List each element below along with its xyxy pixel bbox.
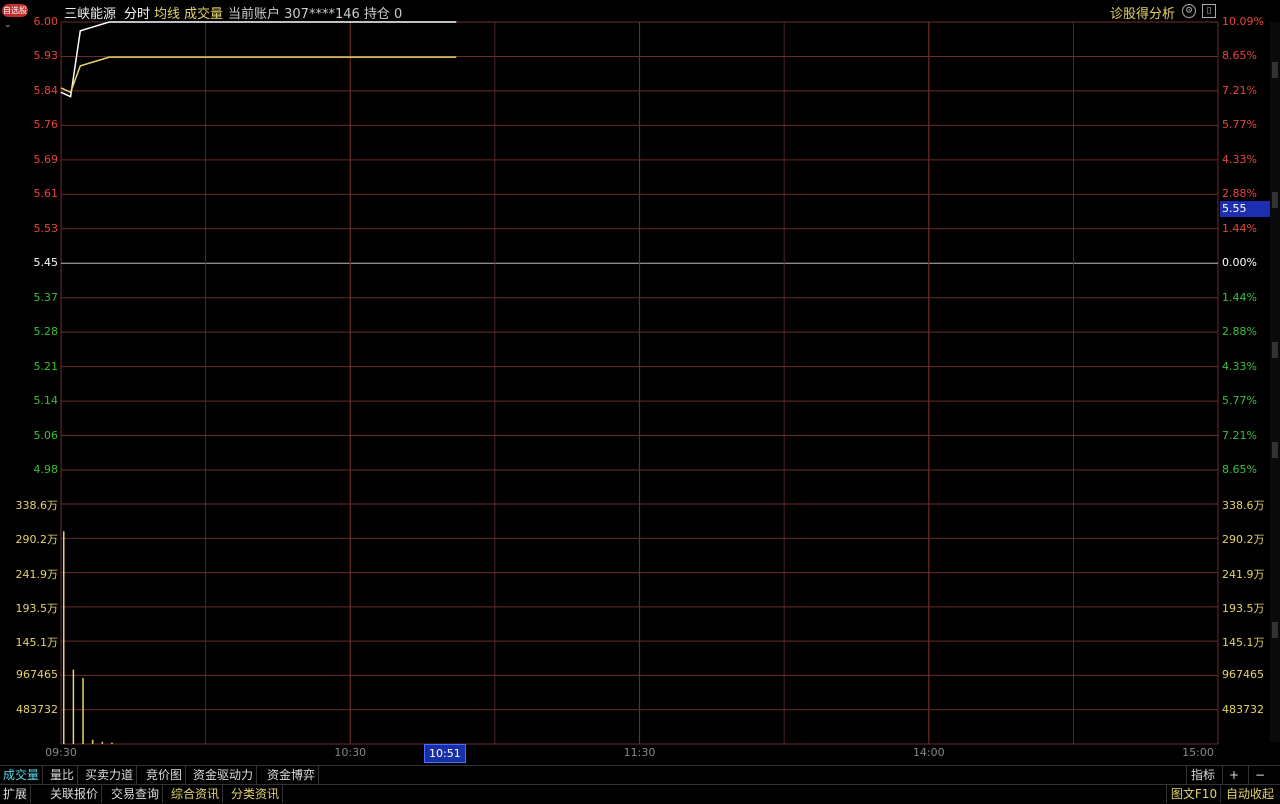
volume-label: 145.1万 xyxy=(15,636,59,650)
volume-label: 967465 xyxy=(16,668,58,682)
zoom-out-button[interactable]: − xyxy=(1248,766,1271,784)
volume-bar xyxy=(111,742,113,744)
volume-label: 483732 xyxy=(1222,702,1264,716)
volume-label: 338.6万 xyxy=(15,499,59,512)
indicator-tabs: 成交量 量比 买卖力道 竞价图 资金驱动力 资金博弈 指标 + − xyxy=(0,765,1280,784)
price-label: 5.37 xyxy=(33,290,59,304)
percent-label: 7.21% xyxy=(1222,428,1257,442)
price-label: 6.00 xyxy=(33,15,59,28)
indicator-button[interactable]: 指标 xyxy=(1186,766,1219,784)
volume-label: 290.2万 xyxy=(1222,533,1265,547)
auto-collapse-button[interactable]: 自动收起 xyxy=(1220,785,1279,803)
tab-trade-query[interactable]: 交易查询 xyxy=(108,785,164,803)
price-label: 5.76 xyxy=(33,118,59,132)
tab-auction-chart[interactable]: 竞价图 xyxy=(143,766,187,784)
tab-related-quotes[interactable]: 关联报价 xyxy=(47,785,103,803)
volume-bar xyxy=(101,741,104,744)
percent-label: 4.33% xyxy=(1222,152,1257,166)
price-label: 5.21 xyxy=(33,359,59,373)
time-label: 15:00 xyxy=(1182,746,1214,759)
volume-label: 145.1万 xyxy=(1222,636,1265,650)
tab-category-news[interactable]: 分类资讯 xyxy=(228,785,284,803)
time-label: 09:30 xyxy=(45,746,77,759)
scroll-thumb[interactable] xyxy=(1272,192,1278,208)
f10-button[interactable]: 图文F10 xyxy=(1166,785,1221,803)
price-label: 5.06 xyxy=(33,428,59,442)
volume-label: 483732 xyxy=(16,702,58,716)
scrollbar[interactable] xyxy=(1270,22,1280,742)
percent-label: 5.77% xyxy=(1222,118,1257,132)
percent-label: 5.77% xyxy=(1222,394,1257,408)
volume-bar xyxy=(91,739,94,744)
price-label: 5.93 xyxy=(33,49,59,63)
percent-label: 1.44% xyxy=(1222,221,1257,235)
percent-label: 10.09% xyxy=(1222,15,1264,28)
timeshare-chart[interactable] xyxy=(0,0,1280,804)
scroll-thumb[interactable] xyxy=(1272,62,1278,78)
price-label: 5.69 xyxy=(33,152,59,166)
scroll-thumb[interactable] xyxy=(1272,342,1278,358)
tab-expand[interactable]: 扩展 xyxy=(0,785,32,803)
time-label: 11:30 xyxy=(623,746,656,759)
percent-label: 8.65% xyxy=(1222,463,1257,476)
volume-label: 241.9万 xyxy=(15,567,59,581)
price-label: 5.61 xyxy=(33,187,59,201)
tab-fund-drive[interactable]: 资金驱动力 xyxy=(190,766,258,784)
volume-bar xyxy=(63,531,65,744)
price-line xyxy=(60,21,457,98)
price-label: 5.14 xyxy=(33,394,59,408)
percent-label: 8.65% xyxy=(1222,49,1257,63)
tab-volume-ratio[interactable]: 量比 xyxy=(47,766,79,784)
volume-label: 193.5万 xyxy=(1222,601,1265,615)
volume-label: 193.5万 xyxy=(15,601,59,615)
tab-volume-indicator[interactable]: 成交量 xyxy=(0,766,44,784)
percent-label: 2.88% xyxy=(1222,325,1257,339)
percent-label: 7.21% xyxy=(1222,83,1257,97)
scroll-thumb[interactable] xyxy=(1272,442,1278,458)
current-price-marker: 5.55 xyxy=(1220,201,1276,217)
volume-bar xyxy=(82,678,84,744)
tab-fund-game[interactable]: 资金博弈 xyxy=(264,766,320,784)
tab-news[interactable]: 综合资讯 xyxy=(168,785,224,803)
avg-price-line xyxy=(60,56,457,94)
time-label: 10:30 xyxy=(334,746,367,759)
price-label: 4.98 xyxy=(33,463,59,476)
percent-label: 1.44% xyxy=(1222,290,1257,304)
time-cursor-label: 10:51 xyxy=(424,744,466,763)
volume-label: 290.2万 xyxy=(15,533,59,547)
price-label: 5.84 xyxy=(33,83,59,97)
volume-bar xyxy=(72,669,75,744)
price-label: 5.28 xyxy=(33,325,59,339)
price-label: 5.45 xyxy=(33,256,59,270)
percent-label: 4.33% xyxy=(1222,359,1257,373)
volume-label: 338.6万 xyxy=(1222,499,1265,512)
percent-label: 2.88% xyxy=(1222,187,1257,201)
scroll-thumb[interactable] xyxy=(1272,622,1278,638)
tab-buy-sell-force[interactable]: 买卖力道 xyxy=(82,766,138,784)
percent-label: 0.00% xyxy=(1222,256,1257,270)
info-tabs: 扩展 关联报价 交易查询 综合资讯 分类资讯 图文F10 自动收起 xyxy=(0,784,1280,803)
zoom-in-button[interactable]: + xyxy=(1222,766,1245,784)
price-label: 5.53 xyxy=(33,221,59,235)
time-label: 14:00 xyxy=(912,746,945,759)
volume-label: 967465 xyxy=(1222,668,1264,682)
volume-label: 241.9万 xyxy=(1222,567,1265,581)
